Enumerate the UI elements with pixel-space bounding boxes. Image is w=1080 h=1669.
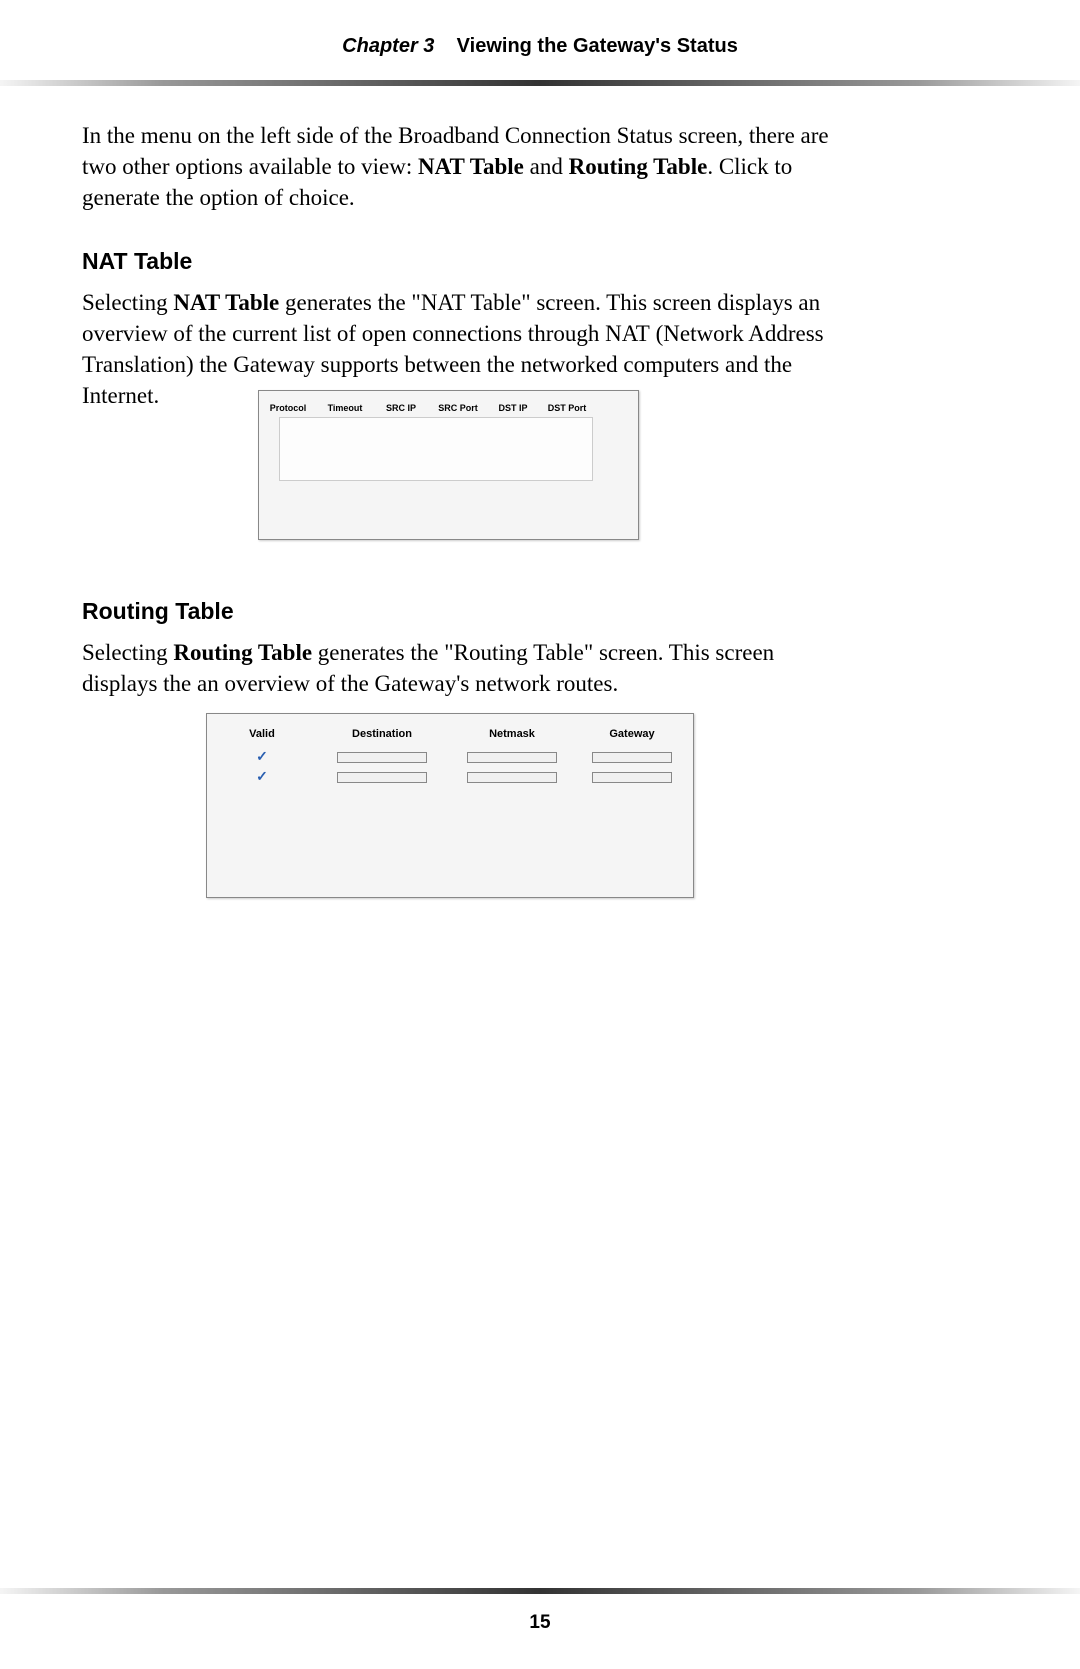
nat-col-srcport: SRC Port [429, 403, 487, 413]
nat-table-headers: Protocol Timeout SRC IP SRC Port DST IP … [259, 403, 638, 413]
intro-bold-routing: Routing Table [569, 154, 708, 179]
routing-row: ✓ [207, 768, 693, 786]
nat-col-protocol: Protocol [259, 403, 317, 413]
chapter-title: Viewing the Gateway's Status [457, 35, 738, 57]
routing-heading: Routing Table [82, 598, 829, 625]
intro-mid: and [524, 154, 569, 179]
rt-col-gateway: Gateway [577, 728, 687, 740]
chapter-label: Chapter 3 [342, 35, 434, 57]
rt-col-valid: Valid [207, 728, 317, 740]
nat-heading: NAT Table [82, 248, 829, 275]
routing-paragraph: Selecting Routing Table generates the "R… [82, 637, 829, 699]
nat-table-body [279, 417, 593, 481]
document-page: Chapter 3 Viewing the Gateway's Status I… [0, 0, 1080, 1669]
rt-col-netmask: Netmask [447, 728, 577, 740]
netmask-field [467, 752, 557, 763]
header-divider [0, 80, 1080, 86]
routing-row: ✓ [207, 748, 693, 766]
rt-col-destination: Destination [317, 728, 447, 740]
nat-col-dstip: DST IP [487, 403, 539, 413]
page-header: Chapter 3 Viewing the Gateway's Status [0, 35, 1080, 58]
page-number: 15 [0, 1612, 1080, 1634]
footer-divider [0, 1588, 1080, 1594]
check-icon: ✓ [256, 749, 268, 766]
intro-bold-nat: NAT Table [418, 154, 524, 179]
nat-col-srcip: SRC IP [373, 403, 429, 413]
nat-col-dstport: DST Port [539, 403, 595, 413]
gateway-field [592, 772, 672, 783]
gateway-field [592, 752, 672, 763]
check-icon: ✓ [256, 769, 268, 786]
nat-table-section: NAT Table Selecting NAT Table generates … [82, 248, 829, 411]
nat-col-timeout: Timeout [317, 403, 373, 413]
destination-field [337, 752, 427, 763]
destination-field [337, 772, 427, 783]
routing-table-panel: Valid Destination Netmask Gateway ✓ ✓ [206, 713, 694, 898]
routing-table-headers: Valid Destination Netmask Gateway [207, 728, 693, 740]
routing-table-section: Routing Table Selecting Routing Table ge… [82, 598, 829, 699]
nat-table-panel: Protocol Timeout SRC IP SRC Port DST IP … [258, 390, 639, 540]
netmask-field [467, 772, 557, 783]
intro-paragraph: In the menu on the left side of the Broa… [82, 120, 829, 231]
